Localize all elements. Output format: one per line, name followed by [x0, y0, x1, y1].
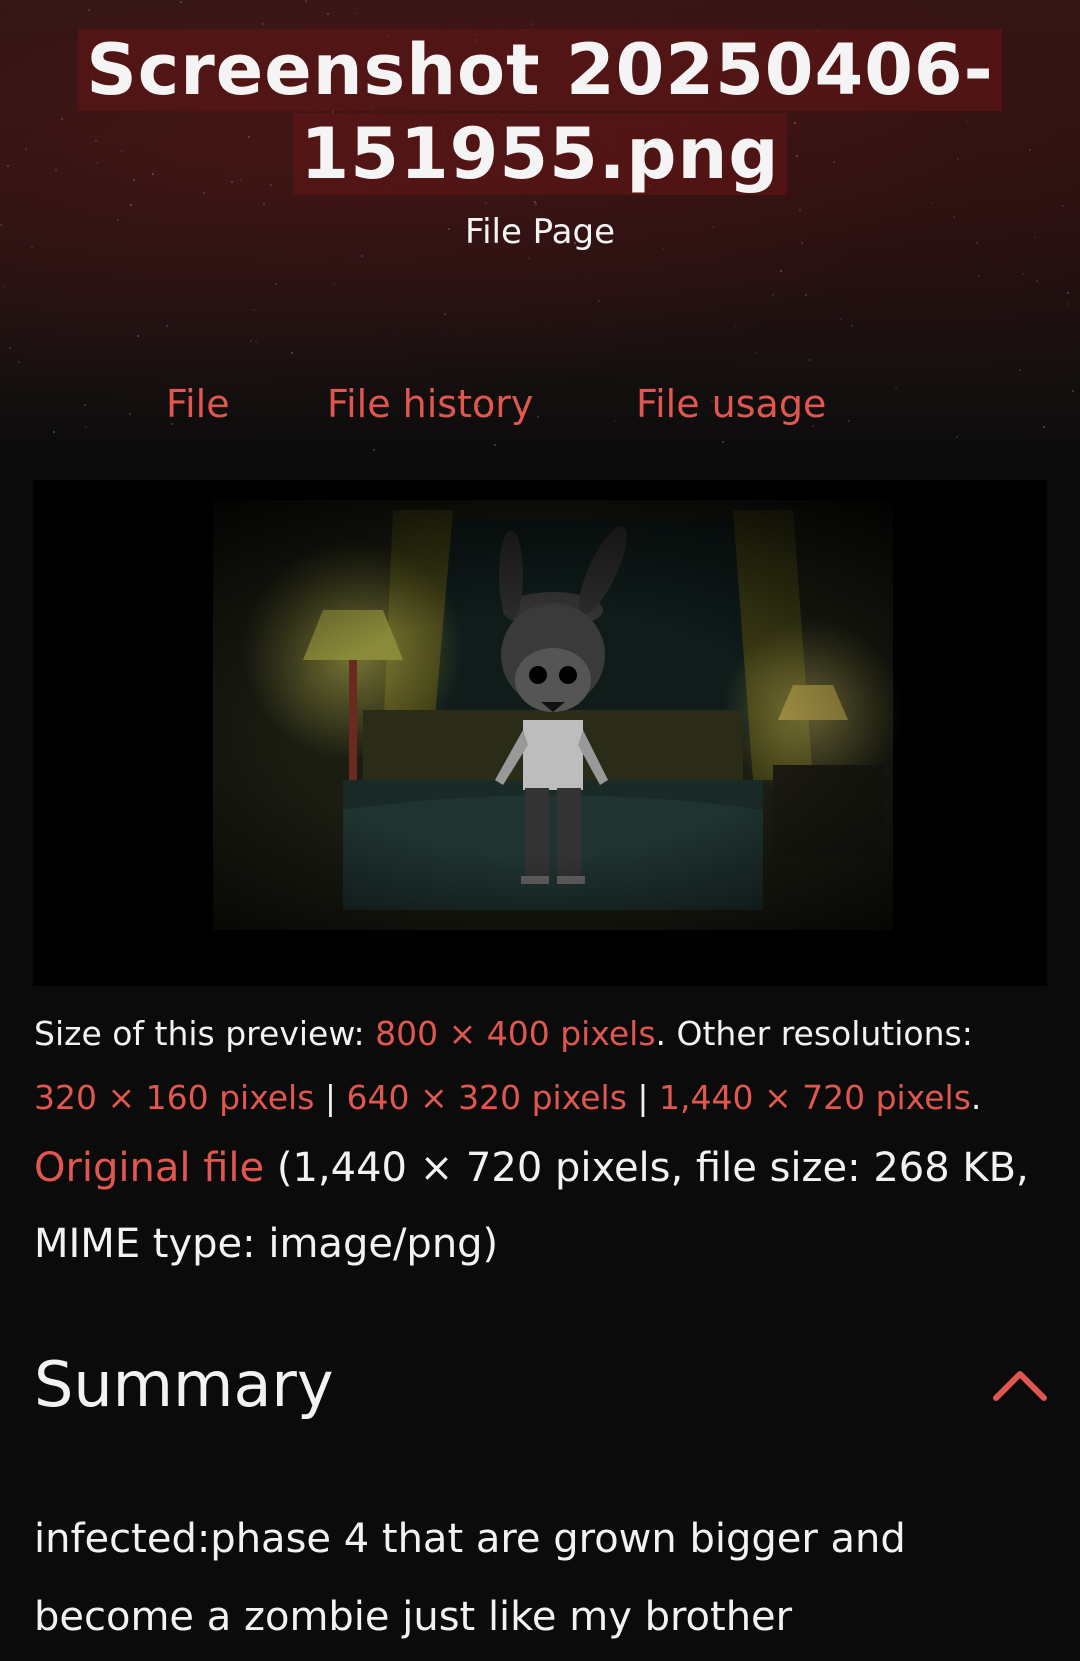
star-dot	[373, 449, 375, 451]
page-title-line-2: 151955.png	[292, 113, 788, 195]
star-dot	[18, 361, 20, 363]
original-file-info: Original file (1,440 × 720 pixels, file …	[34, 1130, 1044, 1282]
resolution-separator: |	[324, 1078, 337, 1117]
star-dot	[1067, 303, 1069, 305]
preview-size-link[interactable]: 800 × 400 pixels	[375, 1014, 655, 1053]
page-title-line-1: Screenshot 20250406-	[78, 29, 1002, 111]
preview-size-info: Size of this preview: 800 × 400 pixels. …	[34, 1002, 1044, 1130]
star-dot	[3, 285, 5, 287]
summary-text: infected:phase 4 that are grown bigger a…	[34, 1516, 906, 1640]
star-dot	[532, 23, 534, 25]
chevron-up-icon[interactable]	[990, 1366, 1050, 1406]
star-dot	[1067, 292, 1069, 294]
resolution-end-period: .	[970, 1078, 982, 1117]
star-dot	[772, 294, 774, 296]
star-dot	[494, 444, 496, 446]
bedroom-scene-illustration	[33, 480, 1047, 986]
star-dot	[361, 255, 363, 257]
tab-file-usage[interactable]: File usage	[636, 382, 826, 426]
resolution-link-320[interactable]: 320 × 160 pixels	[34, 1078, 314, 1117]
star-dot	[291, 352, 293, 354]
star-dot	[444, 313, 446, 315]
tab-file-history[interactable]: File history	[327, 382, 533, 426]
star-dot	[1019, 369, 1021, 371]
star-dot	[305, 0, 307, 2]
star-dot	[262, 23, 264, 25]
resolution-link-640[interactable]: 640 × 320 pixels	[347, 1078, 627, 1117]
star-dot	[1062, 205, 1064, 207]
star-dot	[327, 13, 329, 15]
star-dot	[978, 275, 980, 277]
original-file-link[interactable]: Original file	[34, 1145, 264, 1191]
resolution-link-1440[interactable]: 1,440 × 720 pixels	[659, 1078, 971, 1117]
star-dot	[734, 325, 736, 327]
star-dot	[598, 300, 600, 302]
star-dot	[840, 318, 842, 320]
star-dot	[263, 203, 265, 205]
star-dot	[931, 202, 933, 204]
star-dot	[780, 270, 782, 272]
page-subtitle: File Page	[464, 212, 615, 252]
star-dot	[1036, 280, 1038, 282]
star-dot	[255, 341, 257, 343]
star-dot	[1022, 273, 1024, 275]
star-dot	[333, 283, 335, 285]
star-dot	[485, 202, 487, 204]
star-dot	[851, 325, 853, 327]
summary-heading: Summary	[34, 1348, 334, 1421]
tab-file[interactable]: File	[166, 382, 230, 426]
star-dot	[253, 309, 255, 311]
star-dot	[275, 283, 277, 285]
preview-size-label: Size of this preview:	[34, 1014, 365, 1053]
star-dot	[805, 294, 807, 296]
star-dot	[535, 203, 537, 205]
star-dot	[755, 352, 757, 354]
star-dot	[88, 9, 90, 11]
star-dot	[137, 335, 139, 337]
page-header: Screenshot 20250406- 151955.png File Pag…	[0, 0, 1080, 470]
star-dot	[356, 12, 358, 14]
star-dot	[166, 325, 168, 327]
star-dot	[130, 204, 132, 206]
star-dot	[809, 359, 811, 361]
star-dot	[180, 1, 182, 3]
other-resolutions-label: . Other resolutions:	[655, 1014, 973, 1053]
star-dot	[722, 441, 724, 443]
file-preview-image[interactable]	[33, 480, 1047, 986]
star-dot	[528, 257, 530, 259]
star-dot	[250, 340, 252, 342]
file-tabs: File File history File usage	[0, 382, 1080, 438]
page-title: Screenshot 20250406- 151955.png	[0, 28, 1080, 196]
resolution-separator: |	[637, 1078, 649, 1117]
star-dot	[9, 347, 11, 349]
star-dot	[799, 209, 801, 211]
